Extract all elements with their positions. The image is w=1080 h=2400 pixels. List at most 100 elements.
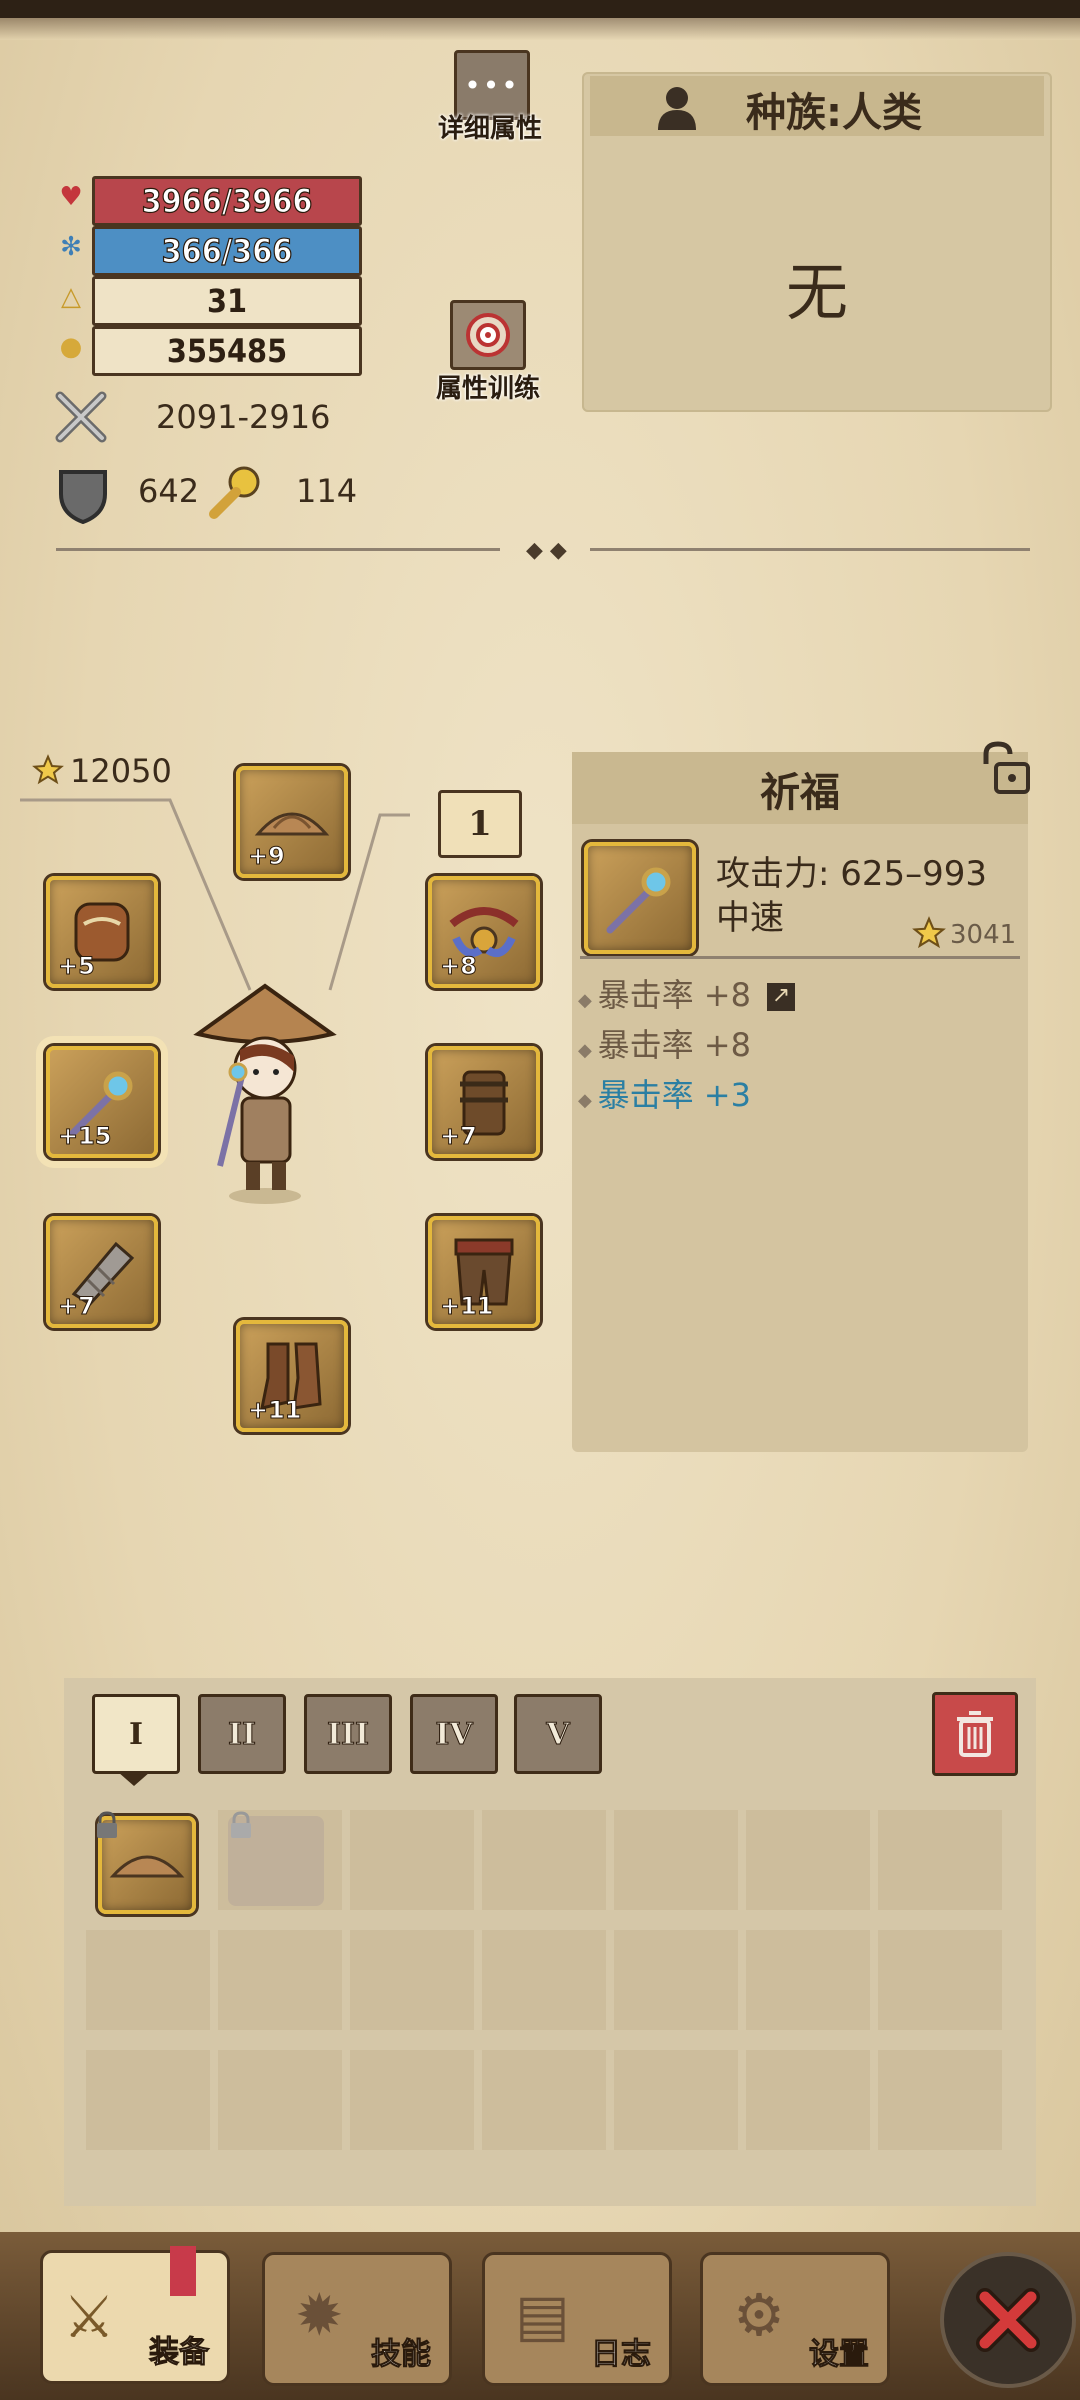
inventory-cell[interactable] (614, 1810, 738, 1910)
inventory-cell[interactable] (482, 1930, 606, 2030)
inventory-cell[interactable] (878, 2050, 1002, 2150)
divider-ornament: ◆ ◆ (526, 538, 567, 563)
attribute-training-button[interactable] (450, 300, 526, 370)
tier-tab-2[interactable]: II (198, 1694, 286, 1774)
tier-label: I (128, 1716, 144, 1752)
slot-level: +5 (58, 952, 96, 981)
inventory-cell[interactable] (614, 2050, 738, 2150)
slot-level: +7 (58, 1292, 96, 1321)
affix-text: 暴击率 +8 (597, 976, 751, 1014)
inventory-cell[interactable] (350, 1930, 474, 2030)
affix-text: 暴击率 +3 (597, 1076, 751, 1114)
tier-tab-3[interactable]: III (304, 1694, 392, 1774)
race-label: 种族:人类 (746, 90, 922, 136)
item-speed: 中速 (716, 898, 784, 938)
item-divider (580, 956, 1020, 959)
staff-icon (606, 867, 671, 934)
tier-label: II (227, 1716, 257, 1752)
divider-left (56, 548, 500, 551)
tier-tab-1[interactable]: I (92, 1694, 180, 1774)
boots-slot[interactable]: +11 (236, 1320, 348, 1432)
level-value: 31 (206, 282, 248, 320)
inventory-cell[interactable] (86, 1930, 210, 2030)
slot-level: +11 (440, 1292, 495, 1321)
tier-label: IV (435, 1716, 473, 1752)
pants-slot[interactable]: +11 (428, 1216, 540, 1328)
luck-icon (206, 462, 266, 522)
tier-label: V (546, 1716, 570, 1752)
affix-row: ◆ 暴击率 +8 (578, 1020, 751, 1066)
trash-button[interactable] (932, 1692, 1018, 1776)
skill-icon: ✹ (295, 2281, 344, 2349)
crossed-swords-icon (52, 388, 110, 446)
hat-slot[interactable]: +9 (236, 766, 348, 878)
top-frame (0, 0, 1080, 18)
inventory-grid (86, 1810, 1026, 2200)
armor-slot[interactable]: +5 (46, 876, 158, 988)
straw-hat-icon (109, 1855, 185, 1878)
item-title: 祈福 (760, 770, 840, 816)
gear-icon: ⚙ (733, 2281, 785, 2349)
trash-icon (957, 1711, 993, 1757)
armor-value: 642 (138, 472, 200, 510)
lock-icon (92, 1810, 122, 1840)
nav-log[interactable]: ▤ 日志 (482, 2252, 672, 2386)
nav-label: 技能 (371, 2337, 432, 2373)
inventory-cell[interactable] (86, 1810, 210, 1914)
nav-equipment[interactable]: ⚔ 装备 (40, 2250, 230, 2384)
nav-label: 日志 (591, 2337, 652, 2373)
nav-label: 装备 (149, 2335, 210, 2371)
inventory-cell[interactable] (614, 1930, 738, 2030)
glove-slot[interactable]: +7 (46, 1216, 158, 1328)
person-icon (652, 82, 702, 132)
inventory-cell[interactable] (218, 1930, 342, 2030)
active-tab-pointer (118, 1772, 150, 1786)
inventory-cell[interactable] (482, 2050, 606, 2150)
close-button[interactable] (940, 2252, 1076, 2388)
inventory-cell[interactable] (746, 2050, 870, 2150)
star-icon (912, 916, 948, 952)
inventory-cell[interactable] (350, 1810, 474, 1910)
tier-label: III (326, 1716, 370, 1752)
inventory-cell[interactable] (350, 2050, 474, 2150)
target-icon (466, 313, 510, 357)
expand-icon[interactable]: ↗ (767, 983, 796, 1011)
unlock-icon[interactable] (976, 740, 1032, 796)
bullet-icon: ◆ (578, 990, 598, 1011)
bracelet-slot[interactable]: +7 (428, 1046, 540, 1158)
inventory-cell[interactable] (746, 1810, 870, 1910)
slot-level: +15 (58, 1122, 113, 1151)
inventory-cell[interactable] (218, 1810, 342, 1910)
gold-icon: ● (59, 332, 83, 362)
hp-value: 3966/3966 (141, 181, 313, 220)
weapon-slot[interactable]: +15 (46, 1046, 158, 1158)
inventory-cell[interactable] (878, 1810, 1002, 1910)
heart-icon: ♥ (59, 182, 83, 212)
lock-icon (226, 1810, 256, 1840)
close-icon (976, 2288, 1040, 2352)
detail-attributes-label: 详细属性 (437, 114, 542, 144)
level-icon: △ (61, 282, 81, 312)
affix-row: ◆ 暴击率 +3 (578, 1070, 751, 1116)
inventory-cell[interactable] (878, 1930, 1002, 2030)
divider-right (590, 548, 1030, 551)
inventory-cell[interactable] (482, 1810, 606, 1910)
nav-skills[interactable]: ✹ 技能 (262, 2252, 452, 2386)
top-frame-shadow (0, 18, 1080, 40)
luck-value: 114 (296, 472, 358, 510)
inventory-cell[interactable] (218, 2050, 342, 2150)
mana-icon: ✻ (60, 232, 82, 262)
gold-value: 355485 (166, 332, 288, 370)
tier-tab-5[interactable]: V (514, 1694, 602, 1774)
attribute-training-label: 属性训练 (435, 374, 540, 404)
slot-level: +7 (440, 1122, 478, 1151)
inventory-cell[interactable] (746, 1930, 870, 2030)
dots-icon: ••• (464, 68, 520, 102)
inventory-cell[interactable] (86, 2050, 210, 2150)
nav-label: 设置 (809, 2337, 870, 2373)
nav-settings[interactable]: ⚙ 设置 (700, 2252, 890, 2386)
amulet-slot[interactable]: +8 (428, 876, 540, 988)
hp-bar: 3966/3966 (92, 176, 362, 226)
character-portrait (193, 983, 337, 1204)
tier-tab-4[interactable]: IV (410, 1694, 498, 1774)
